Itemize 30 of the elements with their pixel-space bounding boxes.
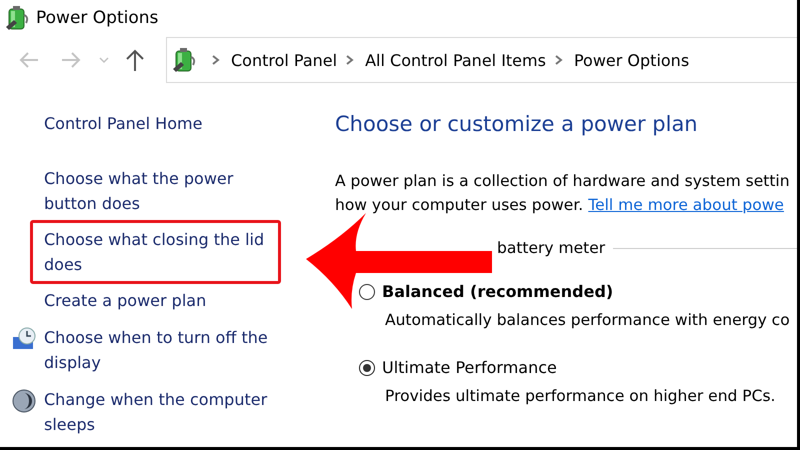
sidebar-link[interactable]: Control Panel Home [44, 112, 310, 136]
section-title: battery meter [497, 239, 606, 257]
help-link[interactable]: Tell me more about powe [588, 196, 784, 214]
moon-icon [12, 389, 36, 413]
plan-name: Ultimate Performance [382, 358, 557, 377]
description-text: how your computer uses power. [335, 196, 584, 214]
breadcrumb-item[interactable]: Control Panel [231, 50, 338, 70]
clock-icon [12, 327, 36, 351]
chevron-right-icon [211, 54, 221, 66]
radio-button[interactable] [359, 360, 375, 376]
sidebar-link[interactable]: Choose when to turn off the display [44, 325, 284, 375]
radio-button[interactable] [359, 284, 375, 300]
description-text: A power plan is a collection of hardware and system settin [335, 171, 791, 192]
sidebar-link[interactable]: Change when the computer sleeps [44, 387, 284, 437]
window-title: Power Options [36, 8, 158, 28]
page-heading: Choose or customize a power plan [335, 112, 699, 136]
chevron-right-icon [554, 54, 564, 66]
battery-icon [4, 5, 30, 31]
up-arrow-icon[interactable] [124, 48, 146, 72]
sidebar-link[interactable]: Create a power plan [44, 288, 284, 313]
plan-description: Provides ultimate performance on higher end PCs. [384, 387, 776, 405]
address-bar[interactable]: Control Panel All Control Panel Items Power Options [166, 37, 797, 83]
plan-name: Balanced (recommended) [382, 282, 614, 301]
breadcrumb-item[interactable]: All Control Panel Items [365, 50, 546, 70]
sidebar-link[interactable]: Choose what closing the lid does [44, 227, 268, 277]
chevron-right-icon [345, 54, 356, 66]
battery-icon [171, 47, 197, 73]
sidebar-link[interactable]: Choose what the power button does [44, 166, 284, 216]
breadcrumb-item[interactable]: Power Options [574, 50, 690, 70]
plan-description: Automatically balances performance with energy co [384, 311, 791, 329]
